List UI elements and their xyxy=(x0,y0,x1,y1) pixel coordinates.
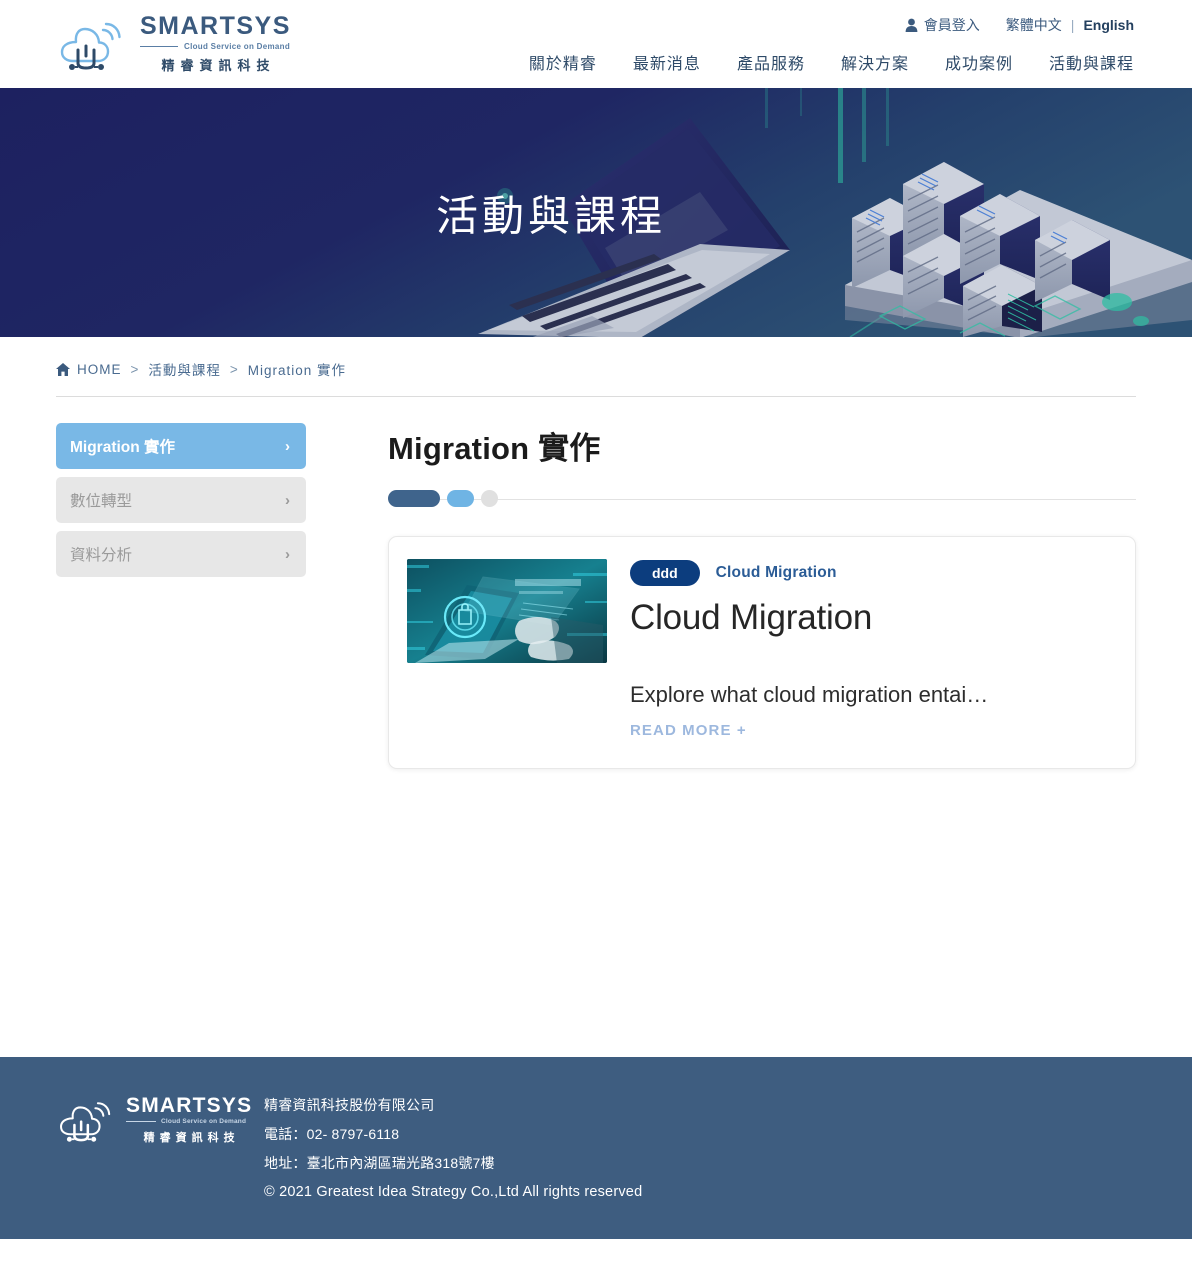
chevron-right-icon: › xyxy=(285,491,290,509)
hero-title: 活動與課程 xyxy=(435,192,666,239)
course-thumbnail[interactable] xyxy=(407,559,607,663)
footer-phone: 電話：02- 8797-6118 xyxy=(264,1126,400,1142)
breadcrumb-item-current[interactable]: Migration 實作 xyxy=(248,359,346,379)
cloud-logo-icon xyxy=(60,1102,111,1142)
course-category: Cloud Migration xyxy=(715,564,837,581)
nav-item-solutions[interactable]: 解決方案 xyxy=(841,50,909,74)
logo-name: SMARTSYS xyxy=(140,12,291,40)
utility-bar: 會員登入 繁體中文 | English xyxy=(905,15,1134,35)
site-logo[interactable]: SMARTSYS Cloud Service on Demand 精睿資訊科技 xyxy=(56,14,291,74)
cyber-security-image xyxy=(407,559,607,663)
category-sidebar: Migration 實作 › 數位轉型 › 資料分析 › xyxy=(56,423,306,1057)
home-icon xyxy=(56,362,70,376)
logo-divider xyxy=(140,46,178,47)
main-navigation: 關於精睿 最新消息 產品服務 解決方案 成功案例 活動與課程 xyxy=(529,50,1134,74)
lang-separator: | xyxy=(1070,17,1075,33)
footer-logo-tagline: Cloud Service on Demand xyxy=(161,1118,247,1125)
page-title: Migration 實作 xyxy=(388,431,601,466)
status-badge[interactable]: ddd xyxy=(630,560,700,586)
cloud-logo-icon xyxy=(60,22,121,70)
breadcrumb: HOME > 活動與課程 > Migration 實作 xyxy=(56,359,1136,396)
footer-logo-divider xyxy=(126,1121,156,1122)
course-card-body: ddd Cloud Migration Cloud Migration Expl… xyxy=(630,559,1111,740)
logo-chinese-name: 精睿資訊科技 xyxy=(161,58,276,73)
footer-logo-name: SMARTSYS xyxy=(126,1094,253,1117)
member-login-link[interactable]: 會員登入 xyxy=(905,15,980,35)
site-footer: SMARTSYS Cloud Service on Demand 精睿資訊科技 … xyxy=(0,1057,1192,1239)
footer-company-name: 精睿資訊科技股份有限公司 xyxy=(264,1097,435,1113)
chevron-right-icon: › xyxy=(285,545,290,563)
footer-address: 地址：臺北市內湖區瑞光路318號7樓 xyxy=(264,1155,495,1171)
breadcrumb-region: HOME > 活動與課程 > Migration 實作 xyxy=(0,337,1192,397)
nav-item-events[interactable]: 活動與課程 xyxy=(1049,50,1134,74)
course-card[interactable]: ddd Cloud Migration Cloud Migration Expl… xyxy=(388,536,1136,769)
read-more-link[interactable]: READ MORE + xyxy=(630,722,747,739)
breadcrumb-separator-2: > xyxy=(229,361,239,377)
site-header: SMARTSYS Cloud Service on Demand 精睿資訊科技 … xyxy=(0,0,1192,88)
pager-rail xyxy=(388,498,1136,500)
sidebar-item-data-analysis[interactable]: 資料分析 › xyxy=(56,531,306,577)
member-login-label: 會員登入 xyxy=(923,17,980,33)
pager-dot-3[interactable] xyxy=(481,490,498,507)
carousel-pager xyxy=(388,490,1136,507)
hero-banner: 活動與課程 xyxy=(0,88,1192,337)
page-body: Migration 實作 › 數位轉型 › 資料分析 › Migration 實… xyxy=(0,397,1192,1057)
sidebar-item-migration[interactable]: Migration 實作 › xyxy=(56,423,306,469)
footer-logo[interactable]: SMARTSYS Cloud Service on Demand 精睿資訊科技 xyxy=(56,1095,251,1145)
course-description: Explore what cloud migration entai… xyxy=(630,682,989,707)
sidebar-item-label: Migration 實作 xyxy=(70,439,176,456)
footer-contact-info: 精睿資訊科技股份有限公司 電話：02- 8797-6118 地址：臺北市內湖區瑞… xyxy=(264,1095,642,1200)
sidebar-item-label: 數位轉型 xyxy=(70,493,133,510)
course-tag-row: ddd Cloud Migration xyxy=(630,560,1111,586)
pager-dot-1[interactable] xyxy=(388,490,440,507)
pager-dot-2[interactable] xyxy=(447,490,474,507)
language-switcher: 繁體中文 | English xyxy=(1006,15,1134,35)
nav-item-about[interactable]: 關於精睿 xyxy=(529,50,597,74)
nav-item-cases[interactable]: 成功案例 xyxy=(945,50,1013,74)
person-icon xyxy=(905,18,918,32)
sidebar-item-digital-transformation[interactable]: 數位轉型 › xyxy=(56,477,306,523)
main-content: Migration 實作 ddd Cloud Migration Cloud M… xyxy=(306,423,1136,1057)
breadcrumb-separator-1: > xyxy=(130,361,140,377)
footer-logo-chinese-name: 精睿資訊科技 xyxy=(143,1132,240,1144)
chevron-right-icon: › xyxy=(285,437,290,455)
course-title[interactable]: Cloud Migration xyxy=(630,598,1111,638)
logo-tagline: Cloud Service on Demand xyxy=(184,42,291,51)
breadcrumb-item-events[interactable]: 活動與課程 xyxy=(148,359,221,379)
nav-item-news[interactable]: 最新消息 xyxy=(633,50,701,74)
lang-en-link[interactable]: English xyxy=(1083,17,1134,33)
sidebar-item-label: 資料分析 xyxy=(70,547,133,564)
lang-zh-link[interactable]: 繁體中文 xyxy=(1006,15,1062,35)
footer-copyright: © 2021 Greatest Idea Strategy Co.,Ltd Al… xyxy=(264,1184,643,1200)
nav-item-products[interactable]: 產品服務 xyxy=(737,50,805,74)
breadcrumb-item-home[interactable]: HOME xyxy=(77,362,122,377)
